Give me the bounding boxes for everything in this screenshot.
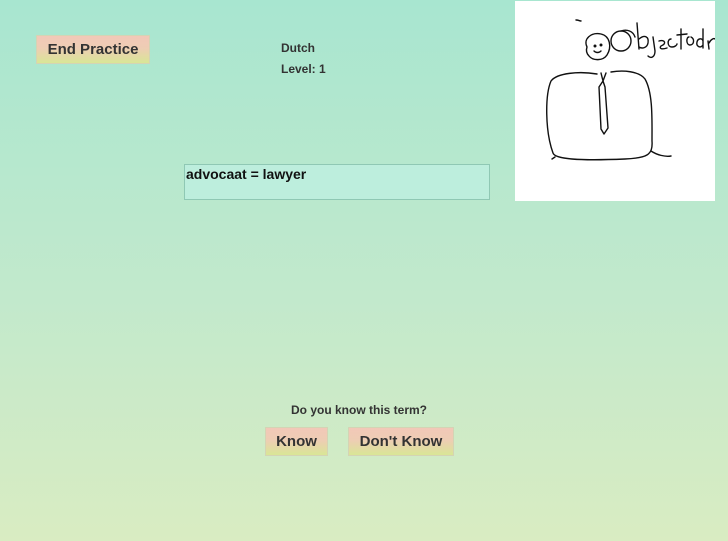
objector-drawing bbox=[546, 19, 715, 161]
language-label: Dutch bbox=[281, 41, 315, 55]
know-button[interactable]: Know bbox=[265, 427, 328, 456]
end-practice-button[interactable]: End Practice bbox=[36, 35, 150, 64]
term-display: advocaat = lawyer bbox=[184, 164, 490, 200]
dont-know-button[interactable]: Don't Know bbox=[348, 427, 454, 456]
sketch-image bbox=[515, 1, 715, 201]
objector-figure bbox=[546, 32, 672, 161]
level-label: Level: 1 bbox=[281, 62, 326, 76]
question-prompt: Do you know this term? bbox=[291, 403, 428, 417]
handwritten-caption bbox=[575, 19, 715, 59]
